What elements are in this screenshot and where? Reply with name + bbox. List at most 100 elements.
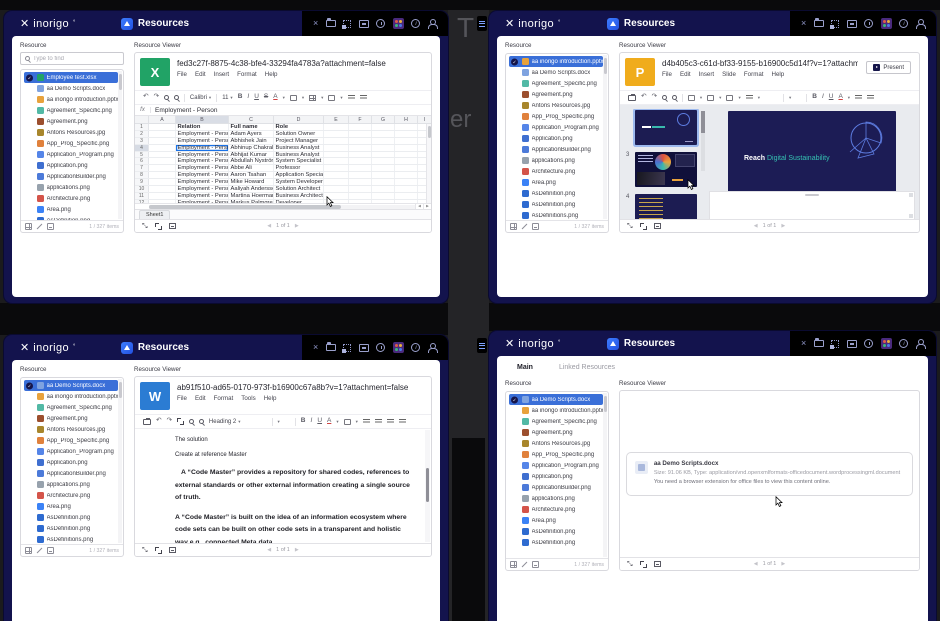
resource-list-item[interactable]: App_Prog_Specific.png <box>24 435 118 446</box>
fill-color-icon[interactable] <box>290 95 297 101</box>
next-page-icon[interactable]: ▶ <box>781 223 785 229</box>
edit-icon[interactable] <box>521 561 528 568</box>
resource-list-item[interactable]: Agreement.png <box>509 89 603 100</box>
grid-view-icon[interactable] <box>510 561 517 568</box>
document-page[interactable]: The solution Create at reference Master … <box>135 429 431 543</box>
info-icon[interactable]: i <box>411 343 420 352</box>
italic-icon[interactable]: I <box>311 418 313 425</box>
view-tab[interactable]: Linked Resources <box>559 364 615 371</box>
row-number[interactable]: 3 <box>135 138 149 144</box>
resource-list-item[interactable]: ApplicationBuilder.png <box>509 482 603 493</box>
text-color-icon[interactable]: A <box>327 418 331 425</box>
resource-list-item[interactable]: AsDefinition.png <box>24 512 118 523</box>
resource-list-item[interactable]: Application_Program.png <box>509 460 603 471</box>
row-number[interactable]: 7 <box>135 165 149 171</box>
resource-list-item[interactable]: aa Demo Scripts.docx <box>24 380 118 391</box>
edit-icon[interactable] <box>36 223 43 230</box>
resource-list-item[interactable]: aa inorigo introduction.pptx <box>24 391 118 402</box>
bold-icon[interactable]: B <box>301 418 306 425</box>
present-button[interactable]: Present <box>866 61 911 74</box>
redo-icon[interactable]: ↷ <box>166 418 171 425</box>
sheet-tab[interactable]: Sheet1 <box>139 210 170 219</box>
paragraph-style-select[interactable]: Heading 2▾ <box>209 419 241 425</box>
strikethrough-icon[interactable]: S <box>264 94 268 101</box>
resource-list-item[interactable]: aa inorigo introduction.pptx <box>24 94 118 105</box>
collapse-icon[interactable] <box>47 547 54 554</box>
info-icon[interactable]: i <box>899 19 908 28</box>
row-number[interactable]: 8 <box>135 172 149 178</box>
image-icon[interactable] <box>707 95 714 101</box>
line-icon[interactable] <box>746 95 753 100</box>
resource-list-item[interactable]: Application_Program.png <box>509 122 603 133</box>
menu-item[interactable]: File <box>177 395 187 402</box>
resource-list-item[interactable]: Architecture.png <box>509 504 603 515</box>
menu-item[interactable]: Help <box>772 71 785 78</box>
resource-list-item[interactable]: Employee test.xlsx <box>24 72 118 83</box>
menu-chip[interactable] <box>477 338 487 353</box>
slide-thumbnail[interactable] <box>635 194 697 219</box>
zoom-out-icon[interactable] <box>672 95 677 100</box>
resource-list-item[interactable]: Area.png <box>509 515 603 526</box>
resource-list-item[interactable]: aa Demo Scripts.docx <box>24 83 118 94</box>
apps-grid-icon[interactable] <box>881 18 892 29</box>
underline-icon[interactable]: U <box>254 94 259 101</box>
menu-item[interactable]: Edit <box>680 71 691 78</box>
resource-list-item[interactable]: Application.png <box>509 133 603 144</box>
column-header[interactable]: B <box>176 116 229 123</box>
speaker-notes-area[interactable] <box>709 191 915 219</box>
resource-list-item[interactable]: applications.png <box>24 479 118 490</box>
clock-icon[interactable] <box>864 339 873 348</box>
column-header[interactable]: G <box>372 116 395 123</box>
resource-list-item[interactable]: Application.png <box>24 457 118 468</box>
resource-list-item[interactable]: aa Demo Scripts.docx <box>509 67 603 78</box>
fit-page-icon[interactable] <box>169 223 176 229</box>
align-left-icon[interactable] <box>363 419 370 424</box>
row-number[interactable]: 4 <box>135 145 149 151</box>
menu-item[interactable]: Tools <box>241 395 255 402</box>
redo-icon[interactable]: ↷ <box>153 94 158 101</box>
resource-list-item[interactable]: ApplicationBuilder.png <box>24 171 118 182</box>
menu-item[interactable]: Edit <box>195 395 206 402</box>
snap-window-icon[interactable] <box>343 344 351 352</box>
snap-window-icon[interactable] <box>343 20 351 28</box>
prev-page-icon[interactable]: ◀ <box>267 223 271 229</box>
font-size-select[interactable]: 11▾ <box>222 95 233 101</box>
resource-list-item[interactable]: applications.png <box>24 182 118 193</box>
close-icon[interactable]: × <box>801 339 806 348</box>
resource-list-item[interactable]: ApplicationBuilder.png <box>24 468 118 479</box>
undo-icon[interactable]: ↶ <box>156 418 161 425</box>
slide-thumbnail-item[interactable]: 4 <box>626 194 700 219</box>
resource-list-item[interactable]: AsDefinition.png <box>24 523 118 534</box>
close-icon[interactable]: × <box>801 19 806 28</box>
folder-icon[interactable] <box>814 20 824 27</box>
fullscreen-icon[interactable] <box>640 223 647 230</box>
font-select[interactable]: ▾ <box>278 419 280 425</box>
next-page-icon[interactable]: ▶ <box>295 547 299 553</box>
undo-icon[interactable]: ↶ <box>641 94 646 101</box>
clock-icon[interactable] <box>376 19 385 28</box>
resource-list-item[interactable]: aa inorigo introduction.pptx <box>509 56 603 67</box>
folder-icon[interactable] <box>814 340 824 347</box>
column-header[interactable]: H <box>395 116 418 123</box>
column-header[interactable]: A <box>149 116 176 123</box>
column-header[interactable]: C <box>229 116 274 123</box>
grid-view-icon[interactable] <box>25 547 32 554</box>
window-icon[interactable] <box>359 344 369 352</box>
resource-list-item[interactable]: Agreement_Specific.png <box>509 416 603 427</box>
user-icon[interactable] <box>428 343 437 352</box>
row-number[interactable]: 6 <box>135 158 149 164</box>
underline-icon[interactable]: U <box>829 94 834 101</box>
resource-list-item[interactable]: Architecture.png <box>24 490 118 501</box>
menu-item[interactable]: Format <box>214 395 234 402</box>
resource-list-item[interactable]: AsDefinitions.png <box>24 534 118 544</box>
resource-list-item[interactable]: App_Prog_Specific.png <box>24 138 118 149</box>
fit-page-icon[interactable] <box>169 547 176 553</box>
bullet-list-icon[interactable] <box>399 419 406 424</box>
search-box[interactable]: Type to find <box>20 52 124 65</box>
resource-list-item[interactable]: Agreement.png <box>24 116 118 127</box>
window-icon[interactable] <box>359 20 369 28</box>
resource-list-item[interactable]: Area.png <box>24 204 118 215</box>
view-tab[interactable]: Main <box>517 364 533 371</box>
bold-icon[interactable]: B <box>238 94 243 101</box>
resource-list-item[interactable]: Application_Program.png <box>24 446 118 457</box>
